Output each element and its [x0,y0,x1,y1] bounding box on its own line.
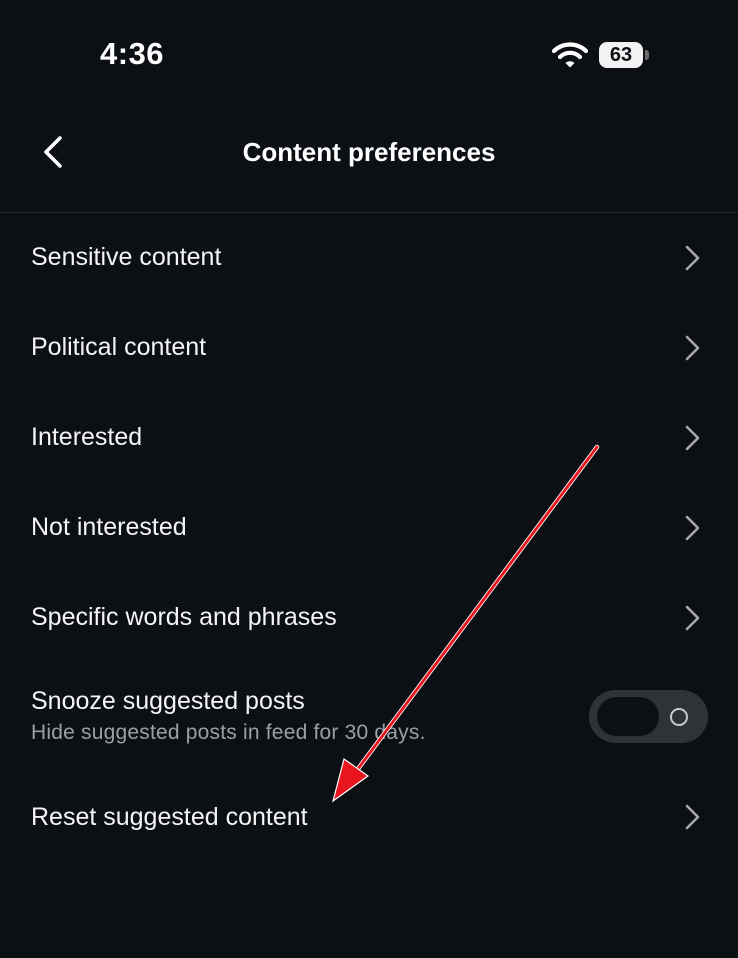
settings-item-specific-words[interactable]: Specific words and phrases [0,573,738,663]
toggle-knob [597,697,659,736]
status-bar: 4:36 63 [0,0,738,110]
settings-item-reset-suggested-content[interactable]: Reset suggested content [0,773,738,863]
settings-item-label: Sensitive content [31,243,222,271]
settings-item-label: Reset suggested content [31,803,308,831]
snooze-toggle[interactable] [589,690,708,743]
settings-item-sensitive-content[interactable]: Sensitive content [0,213,738,303]
settings-item-not-interested[interactable]: Not interested [0,483,738,573]
snooze-label: Snooze suggested posts [31,687,305,715]
page-title: Content preferences [242,137,496,167]
header: Content preferences [0,110,738,213]
settings-item-label: Specific words and phrases [31,603,337,631]
snooze-description: Hide suggested posts in feed for 30 days… [31,721,426,744]
status-time: 4:36 [100,36,165,71]
chevron-right-icon [685,245,700,271]
settings-item-label: Political content [31,333,207,361]
toggle-off-indicator-icon [670,708,688,726]
settings-item-label: Not interested [31,513,187,541]
chevron-right-icon [685,425,700,451]
battery-icon: 63 [599,42,651,68]
chevron-right-icon [685,605,700,631]
wifi-icon [552,42,588,68]
settings-item-interested[interactable]: Interested [0,393,738,483]
chevron-right-icon [685,335,700,361]
battery-level: 63 [609,44,633,66]
battery-cap [645,50,649,60]
chevron-right-icon [685,804,700,830]
chevron-right-icon [685,515,700,541]
settings-item-label: Interested [31,423,143,451]
settings-item-political-content[interactable]: Political content [0,303,738,393]
